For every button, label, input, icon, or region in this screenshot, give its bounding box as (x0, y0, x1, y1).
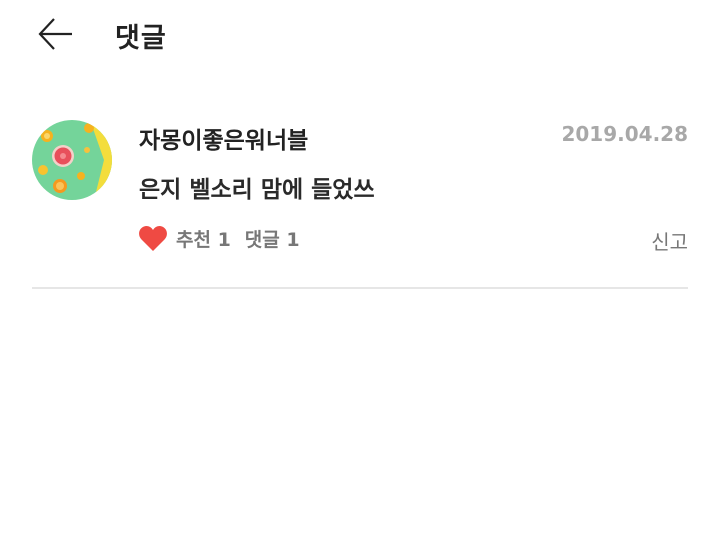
page-title: 댓글 (115, 23, 167, 54)
username[interactable]: 자몽이좋은워너블 (139, 121, 308, 155)
report-button[interactable]: 신고 (651, 226, 688, 255)
recommend-count[interactable]: 추천 1 (176, 225, 231, 252)
comment-text: 은지 벨소리 맘에 들었쓰 (139, 177, 375, 203)
arrow-left-icon (38, 18, 72, 50)
comment-date: 2019.04.28 (561, 122, 688, 146)
header-bar: 댓글 (0, 0, 720, 68)
comments-screen: 댓글 자몽이좋은워너블 2019.04.28 은지 벨소리 맘에 들었쓰 추천 … (0, 0, 720, 540)
reply-count-link[interactable]: 댓글 1 (245, 225, 300, 252)
heart-icon[interactable] (138, 224, 168, 252)
back-button[interactable] (34, 12, 78, 56)
comment-item: 자몽이좋은워너블 2019.04.28 은지 벨소리 맘에 들었쓰 추천 1 댓… (32, 118, 688, 288)
avatar[interactable] (32, 120, 112, 200)
divider (32, 287, 688, 289)
comment-actions: 추천 1 댓글 1 (138, 222, 314, 254)
citrus-fruit-avatar (32, 120, 112, 200)
